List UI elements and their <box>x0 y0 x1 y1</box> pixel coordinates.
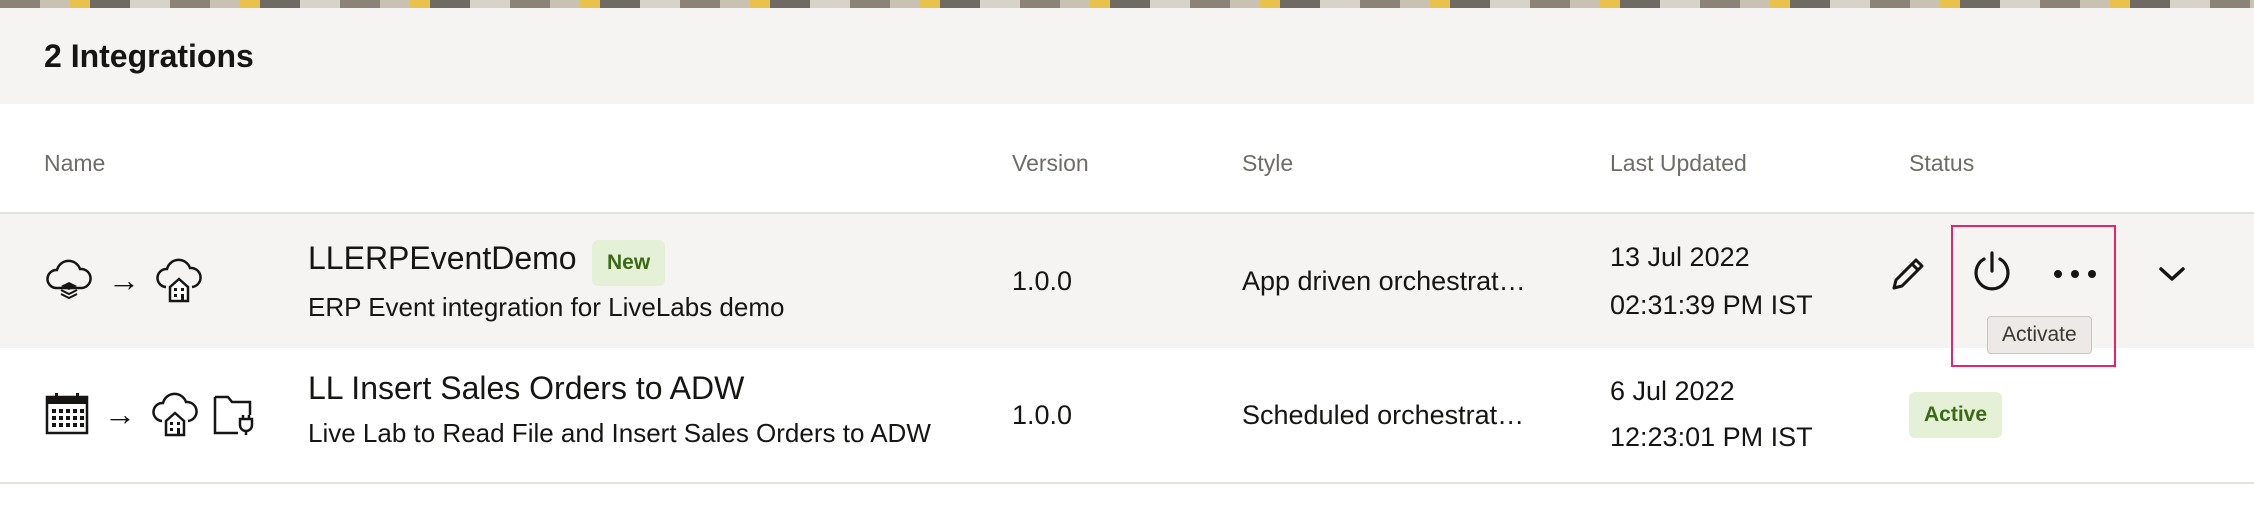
calendar-icon <box>44 391 90 437</box>
column-header-style[interactable]: Style <box>1242 150 1293 177</box>
header-banner-image <box>0 0 2254 8</box>
version-cell: 1.0.0 <box>1012 400 1073 430</box>
arrow-right-icon: → <box>108 262 140 298</box>
integration-pattern-icons: → <box>44 252 204 308</box>
edit-button[interactable] <box>1880 246 1936 302</box>
column-header-name[interactable]: Name <box>44 150 105 177</box>
table-row[interactable]: → LL Insert Sales Orders to ADW Live Lab… <box>0 348 2254 484</box>
integration-description: Live Lab to Read File and Insert Sales O… <box>308 418 931 448</box>
cloud-building-icon <box>154 257 204 303</box>
arrow-right-icon: → <box>104 396 136 432</box>
column-header-version[interactable]: Version <box>1012 150 1089 177</box>
integration-pattern-icons: → <box>44 386 258 442</box>
page-title: 2 Integrations <box>44 38 254 74</box>
table-row[interactable]: → LLERPEventDemo New ERP Event integrati… <box>0 212 2254 350</box>
last-updated-date: 6 Jul 2022 <box>1610 376 1735 406</box>
chevron-down-icon <box>2159 267 2185 281</box>
status-badge: Active <box>1909 392 2003 438</box>
last-updated-time: 02:31:39 PM IST <box>1610 290 1813 320</box>
cloud-stack-icon <box>44 258 94 302</box>
pencil-icon <box>1892 258 1924 290</box>
style-cell: App driven orchestrat… <box>1242 266 1526 296</box>
integration-name[interactable]: LL Insert Sales Orders to ADW <box>308 370 744 407</box>
style-cell: Scheduled orchestrat… <box>1242 400 1525 430</box>
page-header: 2 Integrations <box>0 8 2254 104</box>
last-updated-date: 13 Jul 2022 <box>1610 242 1750 272</box>
integration-description: ERP Event integration for LiveLabs demo <box>308 292 785 322</box>
column-header-last-updated[interactable]: Last Updated <box>1610 150 1747 177</box>
folder-plug-icon <box>212 391 258 437</box>
integration-name[interactable]: LLERPEventDemo <box>308 240 577 277</box>
expand-row-button[interactable] <box>2150 246 2194 302</box>
activate-tooltip: Activate <box>1987 316 2092 354</box>
cloud-building-icon <box>150 391 200 437</box>
column-header-status[interactable]: Status <box>1909 150 1974 177</box>
version-cell: 1.0.0 <box>1012 266 1073 296</box>
new-badge: New <box>592 240 666 286</box>
last-updated-time: 12:23:01 PM IST <box>1610 422 1813 452</box>
